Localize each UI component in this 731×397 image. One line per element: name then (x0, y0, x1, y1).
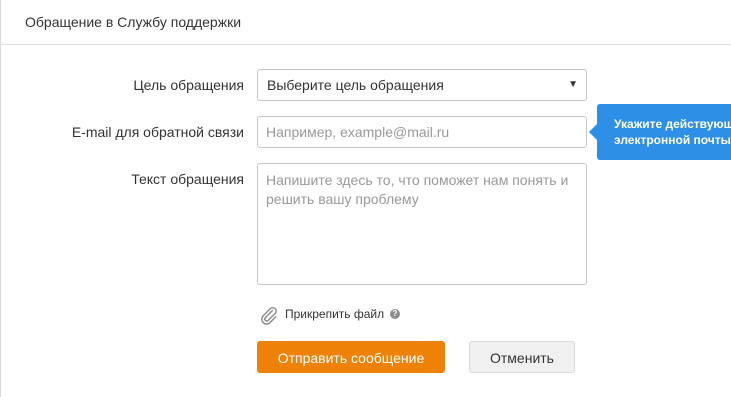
message-label: Текст обращения (131, 171, 244, 187)
send-message-button[interactable]: Отправить сообщение (257, 341, 445, 373)
purpose-label: Цель обращения (133, 77, 244, 93)
dialog-header: Обращение в Службу поддержки (0, 0, 731, 45)
paperclip-icon (261, 306, 277, 325)
email-field[interactable] (257, 116, 587, 148)
purpose-select-value: Выберите цель обращения (267, 77, 444, 93)
chevron-down-icon: ▼ (568, 79, 578, 90)
purpose-select[interactable]: Выберите цель обращения ▼ (257, 69, 587, 101)
dialog-left-border (0, 0, 1, 397)
email-label: E-mail для обратной связи (71, 124, 244, 140)
support-dialog: Обращение в Службу поддержки Цель обраще… (0, 0, 731, 397)
dialog-title: Обращение в Службу поддержки (25, 14, 242, 30)
cancel-button[interactable]: Отменить (469, 341, 575, 373)
tooltip-arrow (589, 124, 597, 140)
tooltip-text: Укажите действующий адрес электронной по… (614, 117, 731, 147)
attach-file-label: Прикрепить файл (285, 307, 385, 321)
message-textarea[interactable] (257, 163, 587, 285)
email-tooltip: Укажите действующий адрес электронной по… (597, 104, 731, 160)
question-icon[interactable]: ? (390, 309, 400, 319)
